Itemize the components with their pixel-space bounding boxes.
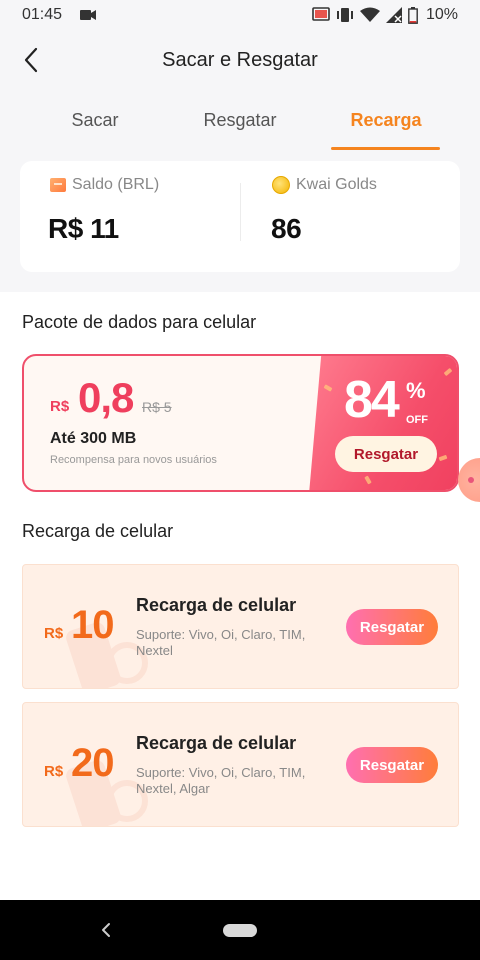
recharge-card-20[interactable]: R$ 20 Recarga de celular Suporte: Vivo, … [22, 702, 459, 827]
recharge-redeem-button[interactable]: Resgatar [346, 609, 438, 645]
data-old-price: R$ 5 [142, 399, 172, 415]
balance-card: Saldo (BRL) R$ 11 Kwai Golds 86 [20, 161, 460, 272]
status-bar: 01:45 10% [0, 0, 480, 32]
gold-balance-label: Kwai Golds [272, 176, 377, 194]
gold-balance-value: 86 [271, 213, 302, 244]
tab-recarga[interactable]: Recarga [326, 110, 446, 131]
status-time: 01:45 [22, 6, 63, 23]
balance-divider [240, 183, 241, 241]
status-icons: 10% [312, 5, 458, 25]
tab-active-indicator [331, 147, 440, 150]
tab-sacar[interactable]: Sacar [35, 110, 155, 131]
tab-resgatar[interactable]: Resgatar [180, 110, 300, 131]
system-nav-bar [0, 900, 480, 960]
recharge-section-title: Recarga de celular [22, 521, 174, 541]
recharge-redeem-button[interactable]: Resgatar [346, 747, 438, 783]
discount-off-label: OFF [406, 414, 428, 426]
recharge-amount: 20 [71, 741, 114, 785]
data-price-currency: R$ [50, 398, 70, 415]
recharge-support: Suporte: Vivo, Oi, Claro, TIM, Nextel, A… [136, 765, 306, 796]
vibrate-icon [336, 8, 353, 22]
data-package-card[interactable]: R$ 0,8 R$ 5 Até 300 MB Recompensa para n… [22, 354, 459, 492]
floating-bubble[interactable] [458, 458, 480, 502]
data-redeem-button[interactable]: Resgatar [335, 436, 437, 472]
signal-icon [385, 7, 402, 23]
recharge-title: Recarga de celular [136, 733, 297, 753]
video-icon [80, 10, 96, 20]
recharge-currency: R$ [44, 763, 64, 780]
brl-balance-label: Saldo (BRL) [50, 176, 159, 194]
page-title: Sacar e Resgatar [162, 49, 318, 71]
data-size: Até 300 MB [50, 430, 137, 447]
discount-value: 84 [344, 371, 400, 429]
gold-label-text: Kwai Golds [296, 176, 377, 193]
wallet-icon [50, 178, 66, 192]
wifi-icon [359, 7, 380, 22]
coin-icon [272, 176, 290, 194]
recharge-card-10[interactable]: R$ 10 Recarga de celular Suporte: Vivo, … [22, 564, 459, 689]
nav-home-icon[interactable] [223, 924, 257, 937]
recharge-support: Suporte: Vivo, Oi, Claro, TIM, Nextel [136, 627, 306, 658]
tabs: Sacar Resgatar Recarga [0, 106, 480, 152]
battery-icon [408, 6, 418, 24]
data-note: Recompensa para novos usuários [50, 454, 217, 466]
cast-icon [312, 7, 330, 21]
recharge-currency: R$ [44, 625, 64, 642]
brl-label-text: Saldo (BRL) [72, 176, 160, 193]
discount-percent-sign: % [406, 378, 426, 403]
battery-percent: 10% [425, 6, 458, 23]
data-package-section-title: Pacote de dados para celular [22, 312, 257, 332]
recharge-title: Recarga de celular [136, 595, 297, 615]
nav-back-icon[interactable] [96, 918, 116, 942]
data-price: 0,8 [78, 374, 134, 421]
recharge-amount: 10 [71, 603, 114, 647]
brl-balance-value: R$ 11 [48, 213, 119, 244]
